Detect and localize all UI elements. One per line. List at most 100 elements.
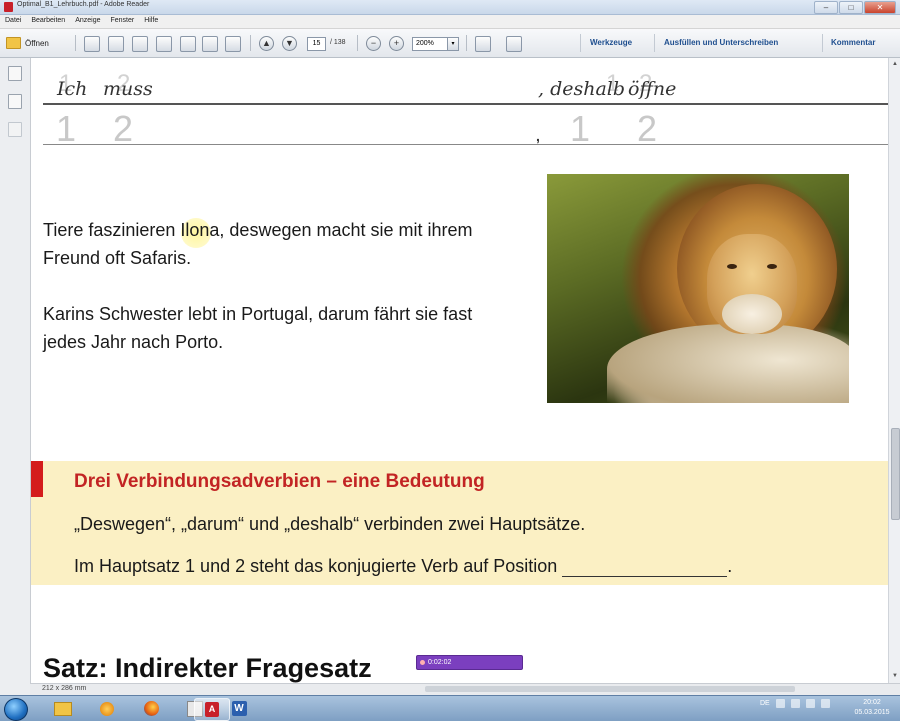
tray-icon[interactable] [790,699,800,708]
toolbar-separator [357,35,358,51]
menu-anzeige[interactable]: Anzeige [70,15,105,28]
media-player-icon [100,701,114,716]
toolbar-separator [580,34,581,52]
recorder-time: 0:02:02 [428,659,452,666]
page-thumbnails-icon[interactable] [8,66,22,81]
export-icon[interactable] [108,36,124,52]
info-box-heading: Drei Verbindungsadverbien – eine Bedeutu… [74,471,485,492]
toolbar-separator [250,35,251,51]
adobe-reader-icon: A [205,702,219,717]
close-button[interactable]: ✕ [864,1,896,14]
info-box-line-2-end: . [727,556,733,576]
menu-bar: Datei Bearbeiten Anzeige Fenster Hilfe [0,15,900,29]
record-icon [420,660,425,665]
handwritten-word: öffne [628,78,677,100]
scroll-up-icon[interactable]: ▲ [891,60,899,69]
zoom-input[interactable]: 200% [412,37,450,51]
language-indicator[interactable]: DE [760,700,770,707]
system-tray: DE [760,699,830,708]
taskbar: A W DE 20:02 05.03.2015 [0,695,900,721]
scrollbar-thumb[interactable] [891,428,900,520]
network-icon[interactable] [805,699,815,708]
info-box-line-2: Im Hauptsatz 1 und 2 steht das konjugier… [74,556,732,577]
taskbar-word[interactable]: W [222,698,256,719]
prev-page-button[interactable]: ▲ [259,36,274,51]
comment-link[interactable]: Kommentar [831,38,875,47]
zoom-out-button[interactable]: − [366,36,381,51]
volume-icon[interactable] [820,699,830,708]
taskbar-media-player[interactable] [90,698,124,719]
folder-icon [6,37,21,49]
accent-bar [31,461,43,497]
page-number-input[interactable]: 15 [307,37,326,51]
menu-fenster[interactable]: Fenster [106,15,140,28]
save-icon[interactable] [180,36,196,52]
cloud-icon[interactable] [156,36,172,52]
toolbar-separator [822,34,823,52]
menu-bearbeiten[interactable]: Bearbeiten [26,15,70,28]
page-size-label: 212 x 286 mm [42,685,87,692]
start-button[interactable] [4,698,28,721]
toolbar-separator [466,35,467,51]
menu-hilfe[interactable]: Hilfe [139,15,163,28]
print-icon[interactable] [202,36,218,52]
tools-link[interactable]: Werkzeuge [590,38,632,47]
open-label: Öffnen [25,38,49,48]
handwritten-word: Ich [57,78,88,100]
example-sentence-1: Tiere faszinieren Ilona, deswegen macht … [43,220,473,268]
writing-line [43,103,888,105]
page-total: / 138 [330,39,346,46]
lion-body [607,324,849,403]
zoom-in-button[interactable]: + [389,36,404,51]
scroll-down-icon[interactable]: ▼ [891,672,899,681]
taskbar-explorer[interactable] [46,698,80,719]
grammar-info-box: Drei Verbindungsadverbien – eine Bedeutu… [31,461,888,585]
lion-eye [727,264,737,269]
maximize-button[interactable]: □ [839,1,863,14]
toolbar-separator [654,34,655,52]
comma-mark: , [536,128,540,144]
vertical-scrollbar[interactable]: ▲ ▼ [888,58,900,683]
horizontal-scrollbar-thumb[interactable] [425,686,795,692]
title-bar: Optimal_B1_Lehrbuch.pdf - Adobe Reader –… [0,0,900,15]
open-button[interactable]: Öffnen [6,35,49,51]
minimize-button[interactable]: – [814,1,838,14]
attachments-icon[interactable] [8,122,22,137]
fullscreen-icon[interactable] [506,36,522,52]
word-icon: W [231,701,247,716]
info-box-line-2-text: Im Hauptsatz 1 und 2 steht das konjugier… [74,556,558,576]
folder-icon [54,701,72,716]
lion-photo [547,174,849,403]
document-view[interactable]: 1 2 1 2 Ich muss , deshalb öffne 1 2 , 1… [31,58,888,683]
section-heading: Satz: Indirekter Fragesatz [43,653,372,683]
toolbar: Öffnen ▲ ▼ 15 / 138 − + 200% ▾ Werkzeuge… [0,29,900,58]
system-clock[interactable]: 20:02 05.03.2015 [848,698,896,718]
example-sentence-2: Karins Schwester lebt in Portugal, darum… [43,304,473,352]
fit-page-icon[interactable] [475,36,491,52]
lion-eye [767,264,777,269]
screen-recorder-widget[interactable]: 0:02:02 [416,655,523,670]
taskbar-firefox[interactable] [134,698,168,719]
tray-icon[interactable] [775,699,785,708]
fill-sign-link[interactable]: Ausfüllen und Unterschreiben [664,38,778,47]
window-title: Optimal_B1_Lehrbuch.pdf - Adobe Reader [17,1,150,8]
edit-icon[interactable] [132,36,148,52]
handwritten-word: muss [103,78,153,100]
answer-blank[interactable] [562,560,728,577]
clock-date: 05.03.2015 [854,709,890,716]
toolbar-separator [75,35,76,51]
mail-icon[interactable] [225,36,241,52]
zoom-dropdown-button[interactable]: ▾ [447,37,459,51]
next-page-button[interactable]: ▼ [282,36,297,51]
create-pdf-icon[interactable] [84,36,100,52]
clock-time: 20:02 [863,699,881,706]
bookmarks-icon[interactable] [8,94,22,109]
navigation-pane [0,58,31,695]
handwritten-word: , deshalb [538,78,626,100]
window-controls: – □ ✕ [814,1,896,14]
lion-muzzle [722,294,782,334]
writing-line [43,144,888,145]
info-box-line-1: „Deswegen“, „darum“ und „deshalb“ verbin… [74,514,586,534]
reader-app-icon [4,2,13,12]
menu-datei[interactable]: Datei [0,15,26,28]
